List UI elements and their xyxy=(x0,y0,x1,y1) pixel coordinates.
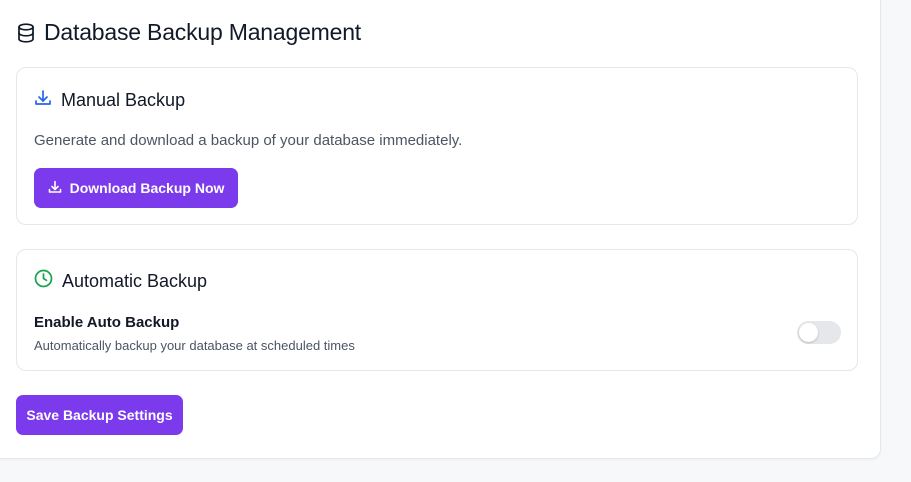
page-header: Database Backup Management xyxy=(17,19,361,46)
manual-backup-section: Manual Backup Generate and download a ba… xyxy=(16,67,858,225)
manual-backup-title: Manual Backup xyxy=(61,90,186,110)
download-backup-button[interactable]: Download Backup Now xyxy=(34,168,238,208)
clock-icon xyxy=(34,269,53,293)
auto-backup-toggle[interactable] xyxy=(797,321,841,344)
page-title: Database Backup Management xyxy=(44,19,362,45)
manual-backup-description: Generate and download a backup of your d… xyxy=(34,132,463,149)
automatic-backup-header: Automatic Backup xyxy=(34,269,207,293)
page: Database Backup Management Manual Backup… xyxy=(0,0,911,482)
download-icon xyxy=(48,180,62,197)
download-icon xyxy=(34,89,52,112)
download-backup-label: Download Backup Now xyxy=(69,180,225,196)
toggle-knob xyxy=(799,323,818,342)
manual-backup-header: Manual Backup xyxy=(34,89,185,112)
auto-backup-label: Enable Auto Backup xyxy=(34,314,180,331)
automatic-backup-title: Automatic Backup xyxy=(62,270,208,291)
save-backup-settings-button[interactable]: Save Backup Settings xyxy=(16,395,183,435)
auto-backup-help: Automatically backup your database at sc… xyxy=(34,338,355,353)
automatic-backup-section: Automatic Backup Enable Auto Backup Auto… xyxy=(16,249,858,371)
database-icon xyxy=(17,22,35,43)
